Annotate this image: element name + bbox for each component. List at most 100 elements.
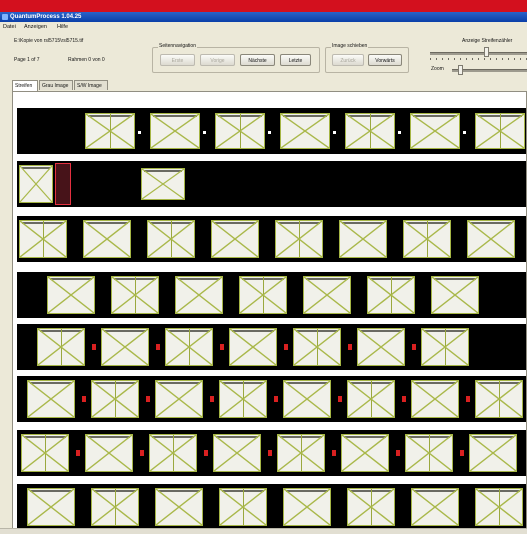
frame-cross-lines: [48, 277, 94, 313]
film-strip[interactable]: [17, 484, 526, 530]
page-thumbnail[interactable]: [213, 434, 261, 472]
page-thumbnail[interactable]: [215, 113, 265, 149]
frame-cross-lines: [230, 329, 276, 365]
selection-highlight[interactable]: [55, 163, 71, 205]
film-strip[interactable]: [17, 108, 526, 154]
frame-cross-lines: [22, 435, 68, 471]
frame-cross-lines: [92, 489, 138, 525]
menu-item-anzeigen[interactable]: Anzeigen: [24, 22, 47, 32]
frame-cross-lines: [476, 489, 522, 525]
page-thumbnail[interactable]: [155, 380, 203, 418]
page-thumbnail[interactable]: [27, 488, 75, 526]
frame-dot: [333, 131, 336, 134]
page-thumbnail[interactable]: [283, 380, 331, 418]
page-thumbnail[interactable]: [467, 220, 515, 258]
tab-grau-image[interactable]: Grau Image: [39, 80, 73, 90]
film-strip[interactable]: [17, 430, 526, 476]
page-thumbnail[interactable]: [475, 113, 525, 149]
page-thumbnail[interactable]: [347, 380, 395, 418]
page-thumbnail[interactable]: [469, 434, 517, 472]
tab-sw-image[interactable]: S/W Image: [74, 80, 108, 90]
strip-counter-slider-thumb[interactable]: [484, 47, 489, 57]
page-thumbnail[interactable]: [85, 113, 135, 149]
page-thumbnail[interactable]: [21, 434, 69, 472]
page-thumbnail[interactable]: [411, 488, 459, 526]
page-thumbnail[interactable]: [147, 220, 195, 258]
film-strip[interactable]: [17, 376, 526, 422]
menu-item-datei[interactable]: Datei: [3, 22, 16, 32]
page-thumbnail[interactable]: [229, 328, 277, 366]
page-thumbnail[interactable]: [85, 434, 133, 472]
page-thumbnail[interactable]: [421, 328, 469, 366]
page-thumbnail[interactable]: [339, 220, 387, 258]
page-thumbnail[interactable]: [141, 168, 185, 200]
shift-back-button[interactable]: Zurück: [332, 54, 364, 66]
frame-cross-lines: [28, 381, 74, 417]
page-thumbnail[interactable]: [347, 488, 395, 526]
film-strip[interactable]: [17, 324, 526, 370]
page-thumbnail[interactable]: [277, 434, 325, 472]
strip-counter-ticks: [430, 58, 527, 60]
first-page-button[interactable]: Erste: [160, 54, 195, 66]
page-thumbnail[interactable]: [111, 276, 159, 314]
page-thumbnail[interactable]: [403, 220, 451, 258]
page-thumbnail[interactable]: [410, 113, 460, 149]
film-strip[interactable]: [17, 216, 526, 262]
page-thumbnail[interactable]: [27, 380, 75, 418]
frame-cross-lines: [404, 221, 450, 257]
menu-item-hilfe[interactable]: Hilfe: [57, 22, 68, 32]
zoom-label: Zoom: [430, 66, 445, 72]
status-bar: [0, 528, 527, 534]
page-thumbnail[interactable]: [150, 113, 200, 149]
page-thumbnail[interactable]: [155, 488, 203, 526]
page-thumbnail[interactable]: [345, 113, 395, 149]
previous-page-button[interactable]: Vorige: [200, 54, 235, 66]
page-thumbnail[interactable]: [83, 220, 131, 258]
strip-counter-slider[interactable]: [430, 52, 527, 55]
zoom-slider[interactable]: [452, 69, 527, 72]
frame-cross-lines: [411, 114, 459, 148]
page-thumbnail[interactable]: [91, 488, 139, 526]
page-thumbnail[interactable]: [275, 220, 323, 258]
page-thumbnail[interactable]: [101, 328, 149, 366]
page-thumbnail[interactable]: [367, 276, 415, 314]
page-thumbnail[interactable]: [47, 276, 95, 314]
page-thumbnail[interactable]: [91, 380, 139, 418]
frame-cross-lines: [20, 221, 66, 257]
next-page-button[interactable]: Nächste: [240, 54, 275, 66]
frame-marker: [82, 396, 86, 402]
page-thumbnail[interactable]: [405, 434, 453, 472]
page-thumbnail[interactable]: [283, 488, 331, 526]
shift-forward-button[interactable]: Vorwärts: [368, 54, 402, 66]
tab-streifen[interactable]: Streifen: [12, 80, 38, 91]
page-thumbnail[interactable]: [475, 488, 523, 526]
strip-view-panel[interactable]: [12, 91, 527, 531]
zoom-slider-thumb[interactable]: [458, 65, 463, 75]
frame-marker: [466, 396, 470, 402]
page-thumbnail[interactable]: [341, 434, 389, 472]
page-thumbnail[interactable]: [19, 220, 67, 258]
page-thumbnail[interactable]: [219, 380, 267, 418]
page-thumbnail[interactable]: [239, 276, 287, 314]
frame-cross-lines: [156, 489, 202, 525]
page-thumbnail[interactable]: [293, 328, 341, 366]
page-thumbnail[interactable]: [357, 328, 405, 366]
page-thumbnail[interactable]: [211, 220, 259, 258]
page-thumbnail[interactable]: [411, 380, 459, 418]
page-thumbnail[interactable]: [149, 434, 197, 472]
page-thumbnail[interactable]: [280, 113, 330, 149]
page-thumbnail[interactable]: [165, 328, 213, 366]
frame-cross-lines: [294, 329, 340, 365]
page-thumbnail[interactable]: [175, 276, 223, 314]
page-thumbnail[interactable]: [37, 328, 85, 366]
frame-cross-lines: [284, 381, 330, 417]
page-thumbnail[interactable]: [303, 276, 351, 314]
page-thumbnail[interactable]: [431, 276, 479, 314]
page-thumbnail[interactable]: [219, 488, 267, 526]
film-strip[interactable]: [17, 161, 526, 207]
page-thumbnail[interactable]: [19, 165, 53, 203]
film-strip[interactable]: [17, 272, 526, 318]
last-page-button[interactable]: Letzte: [280, 54, 311, 66]
page-thumbnail[interactable]: [475, 380, 523, 418]
frame-dot: [398, 131, 401, 134]
